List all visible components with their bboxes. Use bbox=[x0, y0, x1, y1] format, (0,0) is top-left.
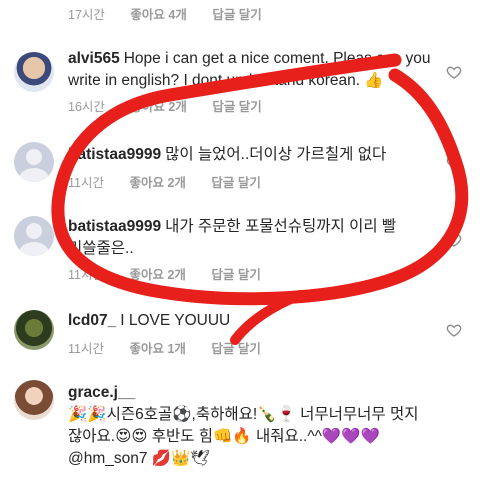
comment-username[interactable]: batistaa9999 bbox=[68, 218, 161, 235]
likes-count[interactable]: 좋아요 2개 bbox=[129, 172, 185, 191]
comment-username[interactable]: grace.j__ bbox=[68, 384, 135, 401]
reply-button[interactable]: 답글 달기 bbox=[211, 172, 260, 191]
comment-text: 🎉🎉시즌6호골⚽,축하해요!🍾🍷 너무너무너무 멋지잖아요.😍😍 후반도 힘👊🔥… bbox=[68, 406, 419, 467]
likes-count[interactable]: 좋아요 4개 bbox=[130, 4, 186, 23]
comment-body: lcd07_ I LOVE YOUUU bbox=[68, 310, 438, 332]
comment-body: grace.j__ 🎉🎉시즌6호골⚽,축하해요!🍾🍷 너무너무너무 멋지잖아요.… bbox=[68, 382, 423, 470]
reply-button[interactable]: 답글 달기 bbox=[212, 96, 261, 115]
comment-time: 17시간 bbox=[68, 8, 105, 22]
reply-button[interactable]: 답글 달기 bbox=[211, 264, 260, 283]
comment-meta: 11시간 좋아요 2개 답글 달기 bbox=[68, 264, 283, 283]
avatar[interactable] bbox=[14, 380, 54, 420]
comment-body: batistaa9999 많이 늘었어..더이상 가르칠게 없다 bbox=[68, 144, 438, 166]
comment-meta: 17시간 좋아요 4개 답글 달기 bbox=[68, 4, 284, 23]
avatar[interactable] bbox=[14, 216, 54, 256]
avatar[interactable] bbox=[14, 142, 54, 182]
comment-meta: 16시간 좋아요 2개 답글 달기 bbox=[68, 96, 284, 115]
comment-username[interactable]: batistaa9999 bbox=[68, 146, 161, 163]
likes-count[interactable]: 좋아요 1개 bbox=[129, 338, 185, 357]
comment-text: Hope i can get a nice coment. Pleas can … bbox=[68, 50, 431, 89]
comment-meta: 11시간 좋아요 1개 답글 달기 bbox=[68, 338, 283, 357]
avatar[interactable] bbox=[14, 310, 54, 350]
comment-time: 11시간 bbox=[68, 342, 104, 356]
comment-time: 11시간 bbox=[68, 268, 104, 282]
comment-time: 11시간 bbox=[68, 176, 104, 190]
comment-username[interactable]: lcd07_ bbox=[68, 312, 116, 329]
comment-text: I LOVE YOUUU bbox=[120, 312, 231, 329]
comment-text: 많이 늘었어..더이상 가르칠게 없다 bbox=[165, 146, 387, 163]
comment-username[interactable]: alvi565 bbox=[68, 50, 120, 67]
avatar[interactable] bbox=[14, 52, 54, 92]
heart-icon[interactable] bbox=[446, 322, 462, 338]
comment-body: batistaa9999 내가 주문한 포물선슈팅까지 이리 빨리쓸줄은.. bbox=[68, 216, 408, 260]
likes-count[interactable]: 좋아요 2개 bbox=[129, 264, 185, 283]
likes-count[interactable]: 좋아요 2개 bbox=[130, 96, 186, 115]
heart-icon[interactable] bbox=[446, 64, 462, 80]
comment-body: alvi565 Hope i can get a nice coment. Ple… bbox=[68, 48, 438, 92]
comment-time: 16시간 bbox=[68, 100, 105, 114]
comment-meta: 11시간 좋아요 2개 답글 달기 bbox=[68, 172, 283, 191]
heart-icon[interactable] bbox=[446, 232, 462, 248]
reply-button[interactable]: 답글 달기 bbox=[211, 338, 260, 357]
reply-button[interactable]: 답글 달기 bbox=[212, 4, 261, 23]
heart-icon[interactable] bbox=[446, 154, 462, 170]
